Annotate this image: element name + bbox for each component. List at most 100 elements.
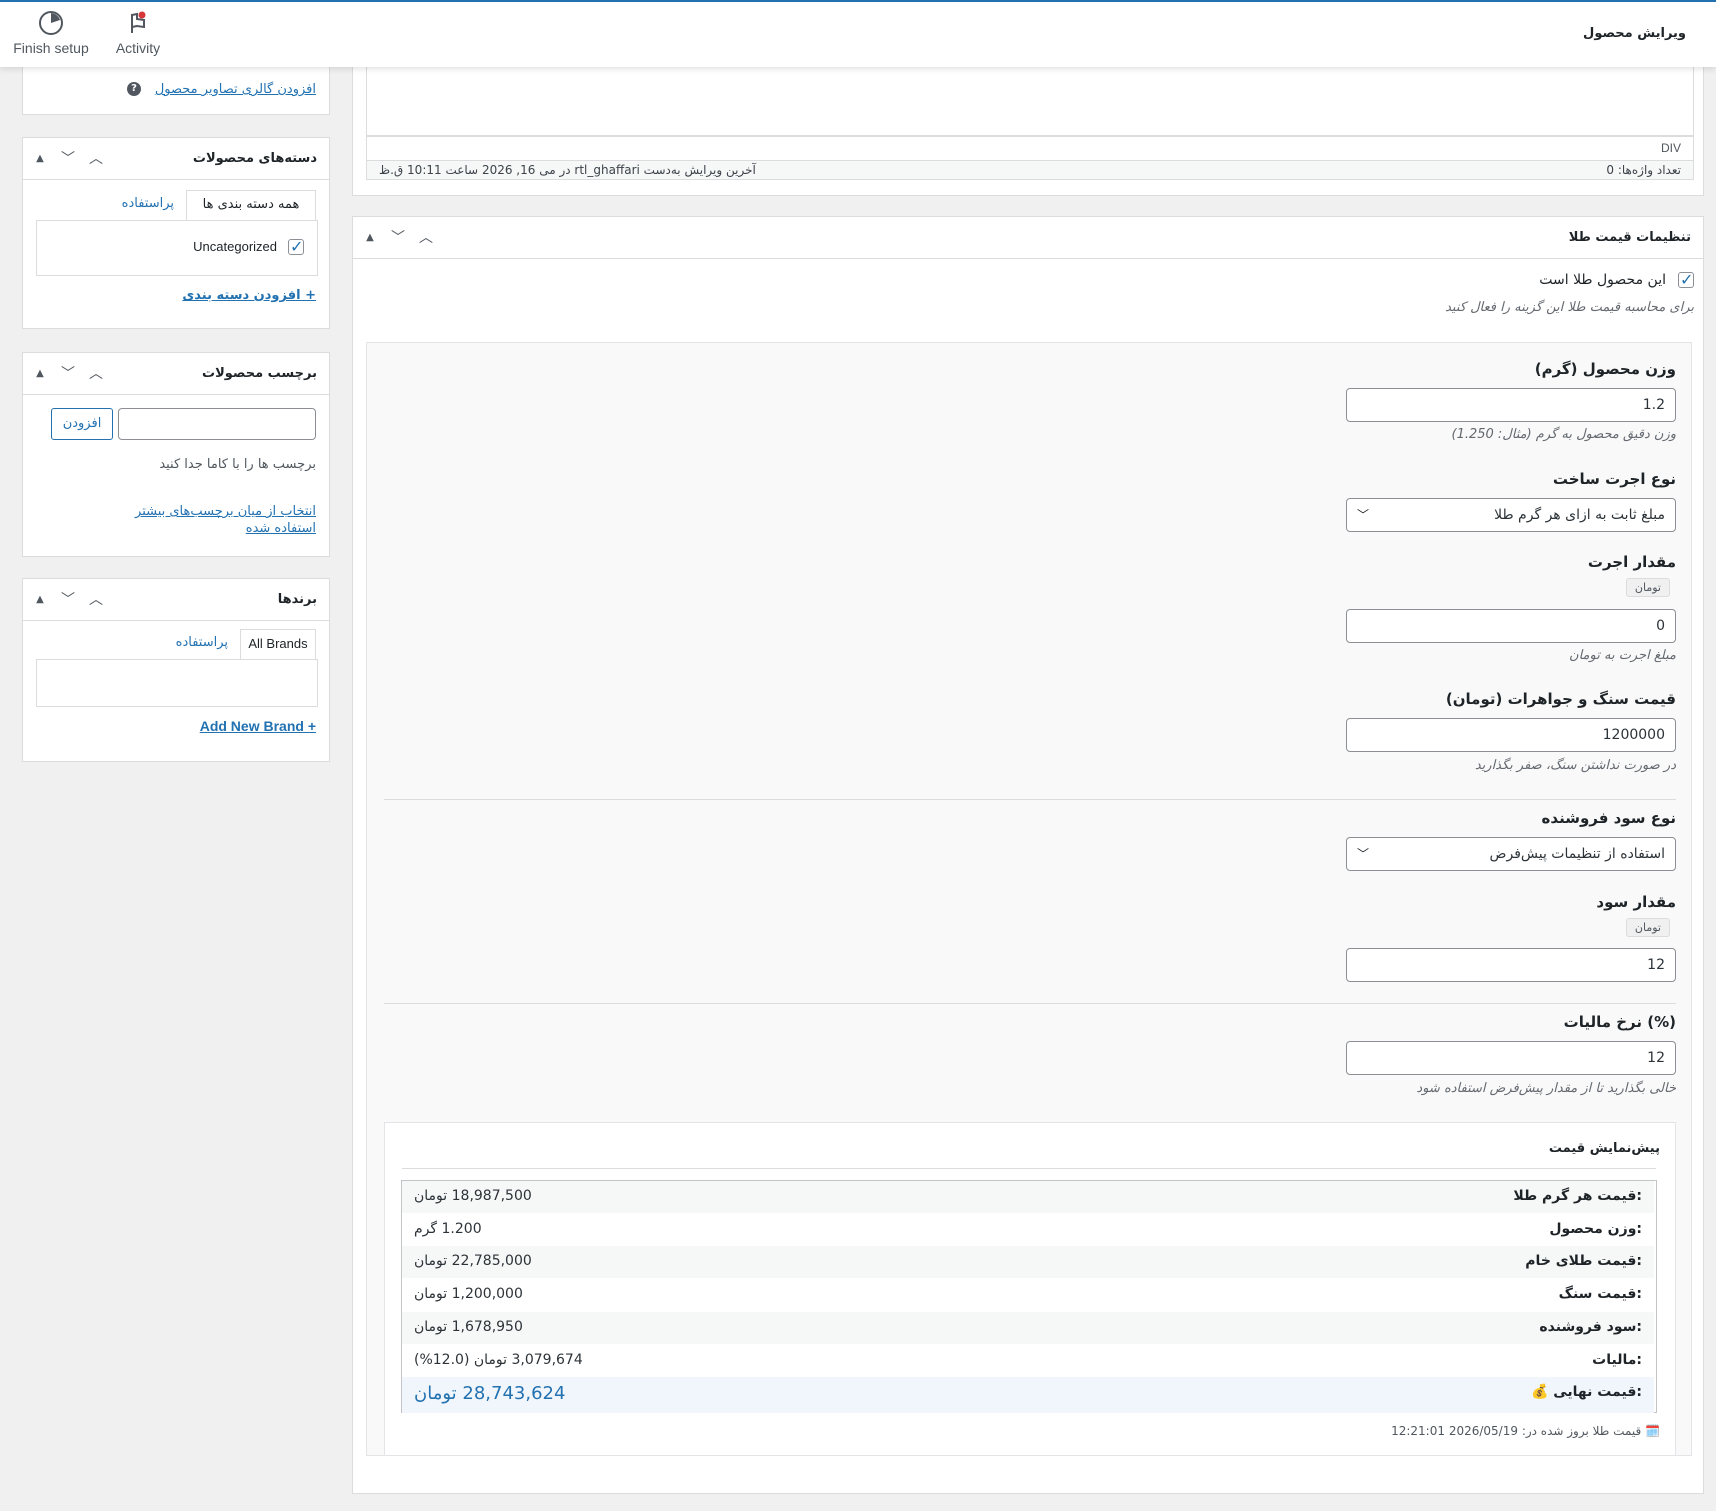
- box-header: برندها ▲ ﹀ ︿: [23, 579, 329, 621]
- wage-hint: مبلغ اجرت به تومان: [1569, 648, 1676, 663]
- chevron-down-icon[interactable]: ﹀: [387, 227, 409, 249]
- chevron-down-icon[interactable]: ﹀: [57, 589, 79, 611]
- row-value: 22,785,000 تومان: [414, 1253, 532, 1270]
- flag-icon: [131, 11, 146, 33]
- product-categories-box: دسته‌های محصولات ▲ ﹀ ︿ همه دسته بندی ها …: [22, 137, 330, 329]
- weight-hint: وزن دقیق محصول به گرم (مثال: 1.250): [1451, 427, 1677, 442]
- tag-input[interactable]: [118, 408, 316, 440]
- editor-status-bar: تعداد واژه‌ها: 0 آخرین ویرایش به‌دست rtl…: [366, 160, 1694, 180]
- row-value: 1.200 گرم: [414, 1220, 482, 1237]
- profit-type-label: نوع سود فروشنده: [1541, 809, 1676, 827]
- tab-all-brands[interactable]: All Brands: [240, 629, 316, 659]
- editor-path-bar: DIV: [366, 136, 1694, 160]
- divider: [402, 1168, 1656, 1169]
- row-value: 3,079,674 تومان (12.0%): [414, 1351, 583, 1368]
- box-header: برچسب محصولات ▲ ﹀ ︿: [23, 353, 329, 395]
- triangle-up-icon[interactable]: ▲: [29, 148, 51, 170]
- stone-hint: در صورت نداشتن سنگ، صفر بگذارید: [1474, 758, 1676, 773]
- finish-setup-button[interactable]: Finish setup: [12, 10, 90, 56]
- add-category-link[interactable]: + افزودن دسته بندی: [182, 288, 316, 303]
- profit-type-value: استفاده از تنظیمات پیش‌فرض: [1489, 846, 1665, 862]
- editor-content-area[interactable]: [366, 66, 1694, 136]
- box-title: تنظیمات قیمت طلا: [1568, 230, 1691, 245]
- chevron-down-icon[interactable]: ﹀: [57, 148, 79, 170]
- wage-amount-label: مقدار اجرت: [1587, 553, 1676, 571]
- final-price-label: 💰 قیمت نهایی:: [1530, 1384, 1642, 1400]
- box-header: دسته‌های محصولات ▲ ﹀ ︿: [23, 138, 329, 180]
- product-tags-box: برچسب محصولات ▲ ﹀ ︿ افزودن برچسب ها را ب…: [22, 352, 330, 557]
- row-label: مالیات:: [1592, 1351, 1642, 1368]
- help-icon[interactable]: ?: [127, 82, 141, 96]
- category-label: Uncategorized: [193, 239, 277, 254]
- category-checkbox[interactable]: [288, 237, 304, 256]
- category-checklist: Uncategorized: [36, 220, 318, 276]
- is-gold-checkbox[interactable]: [1678, 270, 1694, 289]
- profit-type-select[interactable]: استفاده از تنظیمات پیش‌فرض ﹀: [1346, 837, 1676, 871]
- table-row: مالیات: 3,079,674 تومان (12.0%): [402, 1345, 1654, 1377]
- triangle-up-icon[interactable]: ▲: [29, 589, 51, 611]
- profit-amount-label: مقدار سود: [1596, 893, 1676, 911]
- tax-hint: خالی بگذارید تا از مقدار پیش‌فرض استفاده…: [1416, 1081, 1676, 1096]
- tab-all-categories[interactable]: همه دسته بندی ها: [186, 190, 316, 220]
- triangle-up-icon[interactable]: ▲: [29, 363, 51, 385]
- price-preview-title: پیش‌نمایش قیمت: [1548, 1141, 1660, 1156]
- gold-price-updated: 🗓️ قیمت طلا بروز شده در: 2026/05/19 12:2…: [1391, 1424, 1660, 1438]
- page-title: ویرایش محصول: [1583, 26, 1686, 41]
- is-gold-hint: برای محاسبه قیمت طلا این گزینه را فعال ک…: [1445, 300, 1694, 315]
- row-label: قیمت سنگ:: [1558, 1286, 1642, 1303]
- weight-label: وزن محصول (گرم): [1534, 360, 1676, 378]
- table-row: قیمت سنگ: 1,200,000 تومان: [402, 1279, 1654, 1311]
- tax-rate-input[interactable]: 12: [1346, 1041, 1676, 1075]
- wage-amount-input[interactable]: 0: [1346, 609, 1676, 643]
- product-gallery-box: افزودن گالری تصاویر محصول ?: [22, 60, 330, 115]
- row-label: قیمت هر گرم طلا:: [1513, 1188, 1642, 1204]
- choose-popular-tags-link[interactable]: انتخاب از میان برچسب‌های بیشتر استفاده ش…: [96, 503, 316, 537]
- add-brand-link[interactable]: Add New Brand +: [200, 718, 316, 734]
- word-count: تعداد واژه‌ها: 0: [1606, 163, 1681, 177]
- tab-popular-categories[interactable]: پراستفاده: [122, 196, 174, 211]
- last-edit-info: آخرین ویرایش به‌دست rtl_ghaffari در می 1…: [379, 163, 756, 177]
- row-value: 18,987,500 تومان: [414, 1188, 532, 1204]
- chevron-up-icon[interactable]: ︿: [85, 589, 107, 611]
- box-title: برچسب محصولات: [202, 366, 317, 381]
- chevron-down-icon: ﹀: [1357, 847, 1370, 861]
- triangle-up-icon[interactable]: ▲: [359, 227, 381, 249]
- box-title: برندها: [277, 592, 317, 607]
- stone-price-input[interactable]: 1200000: [1346, 718, 1676, 752]
- chevron-up-icon[interactable]: ︿: [85, 363, 107, 385]
- row-label: وزن محصول:: [1549, 1220, 1642, 1237]
- table-row: سود فروشنده: 1,678,950 تومان: [402, 1311, 1654, 1344]
- table-row: وزن محصول: 1.200 گرم: [402, 1214, 1654, 1246]
- row-value: 1,678,950 تومان: [414, 1318, 523, 1335]
- profit-unit-badge: تومان: [1625, 918, 1670, 937]
- divider: [384, 799, 1676, 800]
- tab-popular-brands[interactable]: پراستفاده: [176, 635, 228, 650]
- is-gold-label: این محصول طلا است: [1539, 272, 1666, 288]
- weight-input[interactable]: 1.2: [1346, 388, 1676, 422]
- table-row: قیمت طلای خام: 22,785,000 تومان: [402, 1246, 1654, 1279]
- wage-type-value: مبلغ ثابت به ازای هر گرم طلا: [1494, 507, 1665, 523]
- divider: [384, 1003, 1676, 1004]
- add-gallery-link[interactable]: افزودن گالری تصاویر محصول: [155, 82, 316, 97]
- row-label: قیمت طلای خام:: [1525, 1253, 1642, 1270]
- progress-circle-icon: [39, 11, 63, 35]
- brands-box: برندها ▲ ﹀ ︿ All Brands پراستفاده Add Ne…: [22, 578, 330, 762]
- add-tag-button[interactable]: افزودن: [51, 408, 113, 440]
- stone-price-label: قیمت سنگ و جواهرات (تومان): [1445, 690, 1676, 708]
- wage-unit-badge: تومان: [1625, 578, 1670, 597]
- chevron-down-icon[interactable]: ﹀: [57, 363, 79, 385]
- profit-amount-input[interactable]: 12: [1346, 948, 1676, 982]
- element-path: DIV: [1660, 141, 1681, 155]
- chevron-up-icon[interactable]: ︿: [415, 227, 437, 249]
- activity-button[interactable]: Activity: [112, 10, 164, 56]
- tax-rate-label: نرخ مالیات (%): [1563, 1013, 1676, 1031]
- activity-label: Activity: [115, 40, 161, 56]
- wage-type-label: نوع اجرت ساخت: [1552, 470, 1676, 488]
- box-title: دسته‌های محصولات: [192, 151, 317, 166]
- chevron-up-icon[interactable]: ︿: [85, 148, 107, 170]
- wage-type-select[interactable]: مبلغ ثابت به ازای هر گرم طلا ﹀: [1346, 498, 1676, 532]
- final-price-value: 28,743,624 تومان: [414, 1383, 566, 1404]
- tag-hint: برچسب ها را با کاما جدا کنید: [159, 457, 316, 472]
- table-row: قیمت هر گرم طلا: 18,987,500 تومان: [402, 1181, 1654, 1213]
- row-value: 1,200,000 تومان: [414, 1286, 523, 1303]
